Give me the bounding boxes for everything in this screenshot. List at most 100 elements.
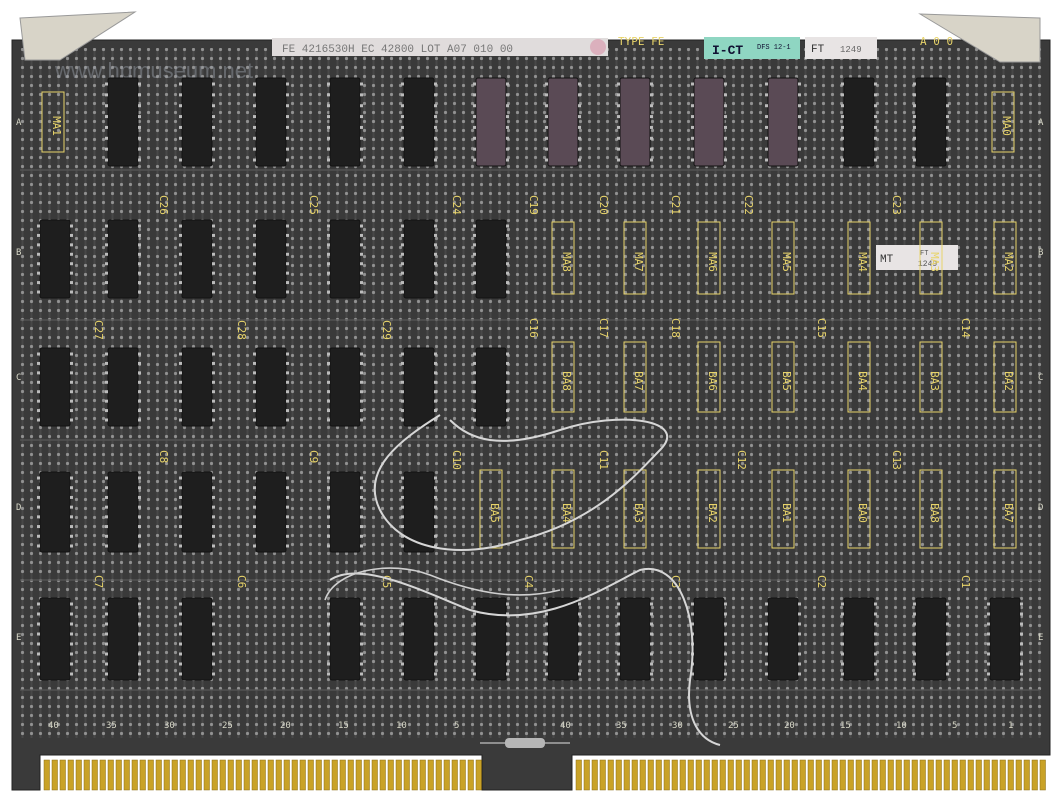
ic-chip [619,597,651,681]
gold-finger [879,759,886,791]
chip-pin [138,476,141,480]
gold-finger [839,759,846,791]
chip-pin [286,147,289,151]
chip-pin [841,158,844,162]
chip-pin [286,380,289,384]
gold-finger [847,759,854,791]
chip-pin [434,632,437,636]
silk-bus-label: BA6 [706,371,719,391]
gold-finger [703,759,710,791]
silk-bus-label: BA2 [1002,371,1015,391]
gold-finger [435,759,442,791]
chip-pin [473,390,476,394]
capacitor-label: C10 [450,450,463,470]
silk-bus-label: BA2 [706,503,719,523]
ic-chip [181,219,213,299]
gold-finger [83,759,90,791]
gold-finger [695,759,702,791]
chip-pin [327,418,330,422]
gold-finger [855,759,862,791]
chip-pin [105,602,108,606]
chip-pin [327,82,330,86]
chip-pin [578,158,581,162]
chip-pin [327,652,330,656]
chip-pin [360,544,363,548]
chip-pin [138,409,141,413]
chip-pin [401,486,404,490]
chip-pin [105,672,108,676]
chip-pin [327,271,330,275]
chip-pin [545,662,548,666]
gold-finger [711,759,718,791]
gold-finger [75,759,82,791]
chip-pin [327,390,330,394]
chip-pin [212,534,215,538]
chip-pin [360,672,363,676]
chip-pin [105,399,108,403]
silk-bus-label: BA7 [632,371,645,391]
edge-number: 25 [728,721,739,731]
chip-pin [434,243,437,247]
chip-pin [798,632,801,636]
chip-pin [650,672,653,676]
chip-pin [724,642,727,646]
chip-pin [253,82,256,86]
chip-pin [691,602,694,606]
capacitor-label: C15 [815,318,828,338]
chip-pin [253,534,256,538]
chip-pin [138,224,141,228]
chip-pin [434,93,437,97]
chip-pin [798,602,801,606]
chip-pin [37,544,40,548]
chip-pin [578,115,581,119]
chip-pin [506,371,509,375]
chip-pin [360,136,363,140]
gold-finger [459,759,466,791]
chip-pin [545,632,548,636]
chip-pin [70,612,73,616]
chip-pin [506,602,509,606]
chip-pin [327,115,330,119]
chip-pin [327,380,330,384]
chip-pin [138,418,141,422]
chip-pin [691,147,694,151]
ic-chip [107,77,139,167]
chip-pin [70,233,73,237]
chip-pin [946,115,949,119]
chip-pin [105,534,108,538]
chip-pin [70,371,73,375]
chip-pin [212,281,215,285]
chip-pin [70,525,73,529]
chip-pin [401,371,404,375]
chip-pin [138,525,141,529]
capacitor-label: C19 [527,195,540,215]
gold-finger [107,759,114,791]
gold-finger [607,759,614,791]
chip-pin [70,672,73,676]
chip-pin [138,642,141,646]
ic-chip [475,597,507,681]
chip-pin [327,642,330,646]
chip-pin [765,115,768,119]
chip-pin [179,652,182,656]
gold-finger [647,759,654,791]
chip-pin [434,104,437,108]
ic-chip [693,597,725,681]
chip-pin [434,158,437,162]
silk-bus-label: MA4 [856,252,869,272]
chip-pin [286,544,289,548]
chip-pin [841,662,844,666]
capacitor-label: C22 [742,195,755,215]
silk-bus-label: MA0 [1000,116,1013,136]
chip-pin [37,612,40,616]
chip-pin [70,352,73,356]
chip-pin [105,495,108,499]
gold-finger [147,759,154,791]
chip-pin [179,82,182,86]
chip-pin [138,652,141,656]
gold-finger [427,759,434,791]
chip-pin [401,525,404,529]
ic-chip [255,471,287,553]
chip-pin [765,622,768,626]
chip-pin [286,399,289,403]
